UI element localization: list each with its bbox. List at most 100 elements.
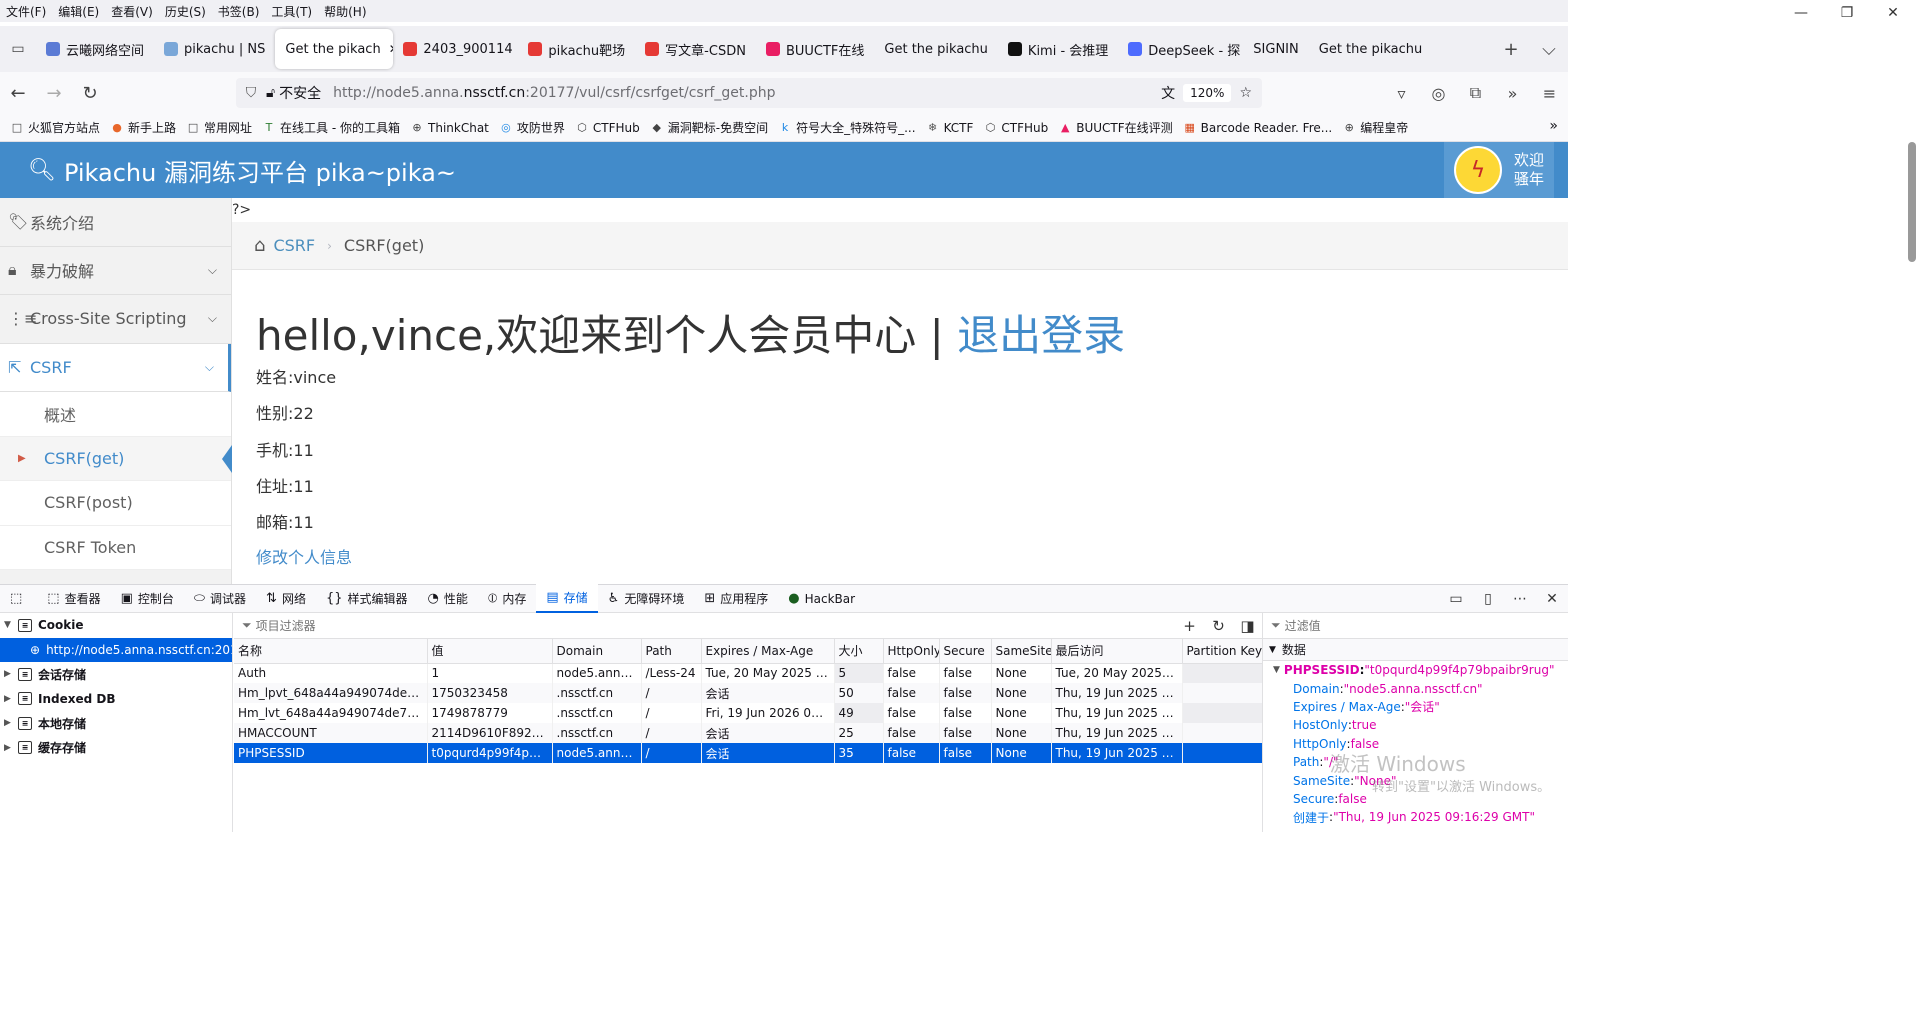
restore-icon[interactable]: ❐: [1824, 0, 1870, 26]
bookmark-item[interactable]: ⊕ 编程皇帝: [1342, 119, 1409, 136]
column-header[interactable]: SameSite: [991, 639, 1052, 664]
column-header[interactable]: HttpOnly: [883, 639, 940, 664]
bookmark-item[interactable]: ⬡ CTFHub: [575, 121, 640, 135]
menu-item[interactable]: 查看(V): [105, 3, 159, 20]
hamburger-menu-icon[interactable]: ≡: [1531, 84, 1568, 103]
table-row[interactable]: Auth 1 node5.anna..../Less-24 Tue, 20 May 2…: [234, 663, 1263, 683]
devtools-tab[interactable]: ⦶ 内存: [478, 584, 536, 613]
browser-tab[interactable]: 写文章-CSDN: [635, 29, 756, 69]
account-icon[interactable]: ◎: [1420, 84, 1457, 103]
new-tab-icon[interactable]: +: [1492, 39, 1530, 60]
insecure-label[interactable]: 不安全: [279, 83, 321, 103]
details-row[interactable]: Expires / Max-Age: "会话": [1263, 698, 1568, 716]
menu-item[interactable]: 书签(B): [212, 3, 266, 20]
bookmark-item[interactable]: k 符号大全_特殊符号_...: [778, 119, 916, 136]
tree-node-origin[interactable]: ⊕ http://node5.anna.nssctf.cn:20177: [0, 637, 232, 662]
browser-tab[interactable]: Get the pikachu: [874, 29, 998, 69]
translate-icon[interactable]: 文: [1161, 83, 1175, 103]
devtools-tab[interactable]: {} 样式编辑器: [316, 584, 418, 613]
bookmark-item[interactable]: ⊕ ThinkChat: [410, 121, 488, 135]
tree-node-local-storage[interactable]: ▶ ≡ 本地存储: [0, 711, 232, 736]
reload-icon[interactable]: ↻: [72, 83, 108, 104]
sidebar-subitem-csrf-post[interactable]: CSRF(post): [0, 481, 231, 526]
browser-tab[interactable]: Kimi - 会推理: [998, 29, 1118, 69]
page-scrollbar[interactable]: [1908, 142, 1916, 262]
overflow-chevron-icon[interactable]: »: [1494, 84, 1531, 103]
items-filter[interactable]: ⏷ 项目过滤器 + ↻ ◨: [234, 613, 1262, 639]
sidebar-subitem-csrf-get[interactable]: ▶ CSRF(get): [0, 436, 232, 481]
home-icon[interactable]: ⌂: [254, 235, 265, 256]
devtools-tab[interactable]: ⊞ 应用程序: [694, 584, 778, 613]
bookmark-item[interactable]: □ 常用网址: [186, 119, 252, 136]
tab-groups-icon[interactable]: ▭: [0, 41, 36, 57]
details-row[interactable]: Domain: "node5.anna.nssctf.cn": [1263, 679, 1568, 697]
column-header[interactable]: 名称: [234, 639, 428, 664]
bookmark-item[interactable]: □ 火狐官方站点: [10, 119, 100, 136]
sidebar-item-bruteforce[interactable]: 🔒︎ 暴力破解 ⌵: [0, 247, 231, 295]
tree-node-cache-storage[interactable]: ▶ ≡ 缓存存储: [0, 736, 232, 761]
details-top-row[interactable]: ▼ PHPSESSID: "t0pqurd4p99f4p79bpaibr9rug": [1263, 661, 1568, 679]
browser-tab[interactable]: Get the pikach✕: [275, 29, 394, 69]
breadcrumb-parent[interactable]: CSRF: [273, 236, 315, 255]
close-window-icon[interactable]: ✕: [1870, 0, 1916, 26]
devtools-tab[interactable]: ♿︎ 无障碍环境: [598, 584, 695, 613]
values-filter[interactable]: ⏷ 过滤值: [1263, 613, 1568, 639]
bookmark-item[interactable]: ● 新手上路: [110, 119, 176, 136]
column-header[interactable]: Partition Key: [1182, 639, 1263, 664]
tree-node-indexeddb[interactable]: ▶ ≡ Indexed DB: [0, 687, 232, 712]
url-text[interactable]: http://node5.anna.nssctf.cn:20177/vul/cs…: [333, 85, 775, 101]
browser-tab[interactable]: Get the pikachu: [1309, 29, 1433, 69]
minimize-icon[interactable]: —: [1778, 0, 1824, 26]
column-header[interactable]: 大小: [834, 639, 884, 664]
table-row[interactable]: Hm_lpvt_648a44a949074de731... 1750323458.…: [234, 683, 1263, 703]
menu-item[interactable]: 历史(S): [159, 3, 212, 20]
details-row[interactable]: 创建于: "Thu, 19 Jun 2025 09:16:29 GMT": [1263, 808, 1568, 826]
devtools-tab[interactable]: ⬚ 查看器: [37, 584, 110, 613]
bookmark-item[interactable]: ◆ 漏洞靶标-免费空间: [650, 119, 769, 136]
bookmark-item[interactable]: ▲ BUUCTF在线评测: [1058, 119, 1173, 136]
devtools-tab[interactable]: ▣ 控制台: [111, 584, 184, 613]
tree-node-cookie[interactable]: ▼ ≡ Cookie: [0, 613, 232, 638]
bookmarks-overflow-icon[interactable]: »: [1549, 118, 1558, 134]
toggle-sidebar-icon[interactable]: ◨: [1233, 617, 1262, 635]
menu-item[interactable]: 帮助(H): [318, 3, 372, 20]
dock-icon[interactable]: ▭: [1440, 591, 1472, 607]
bookmark-item[interactable]: ❄ KCTF: [926, 121, 973, 135]
browser-tab[interactable]: pikachu靶场: [518, 29, 635, 69]
tree-node-session-storage[interactable]: ▶ ≡ 会话存储: [0, 662, 232, 687]
devtools-tab[interactable]: ◔ 性能: [418, 584, 478, 613]
browser-tab[interactable]: 云曦网络空间: [36, 29, 154, 69]
responsive-icon[interactable]: ▯: [1472, 591, 1504, 607]
devtools-tab[interactable]: ⇅ 网络: [256, 584, 316, 613]
bookmark-item[interactable]: ▦ Barcode Reader. Fre...: [1183, 121, 1332, 135]
sidebar-item-intro[interactable]: 🏷︎ 系统介绍: [0, 198, 231, 247]
bookmark-star-icon[interactable]: ☆: [1239, 85, 1252, 101]
add-icon[interactable]: +: [1175, 617, 1204, 635]
sidebar-subitem-overview[interactable]: 概述: [0, 392, 231, 437]
column-header[interactable]: 值: [427, 639, 553, 664]
column-header[interactable]: Secure: [939, 639, 992, 664]
details-group[interactable]: ▼ 数据: [1263, 639, 1568, 661]
details-row[interactable]: HostOnly: true: [1263, 716, 1568, 734]
extensions-icon[interactable]: ⧉: [1457, 83, 1494, 103]
menu-item[interactable]: 文件(F): [0, 3, 52, 20]
table-row[interactable]: Hm_lvt_648a44a949074de73151...1749878779…: [234, 703, 1263, 723]
browser-tab[interactable]: SIGNIN: [1243, 29, 1308, 69]
sidebar-item-xss[interactable]: ⋮≡ Cross-Site Scripting ⌵: [0, 295, 231, 344]
tab-list-icon[interactable]: ⌵: [1530, 39, 1568, 60]
devtools-tab[interactable]: ⬭ 调试器: [184, 584, 256, 613]
back-icon[interactable]: ←: [0, 83, 36, 104]
shield-icon[interactable]: ⛉: [236, 85, 266, 101]
bookmark-item[interactable]: T 在线工具 - 你的工具箱: [262, 119, 400, 136]
browser-tab[interactable]: DeepSeek - 探: [1118, 29, 1243, 69]
bookmark-item[interactable]: ◎ 攻防世界: [499, 119, 565, 136]
pocket-icon[interactable]: ▿: [1383, 84, 1420, 103]
user-box[interactable]: ϟ 欢迎 骚年: [1444, 142, 1554, 198]
edit-profile-link[interactable]: 修改个人信息: [256, 544, 352, 568]
logout-link[interactable]: 退出登录: [957, 311, 1125, 360]
sidebar-subitem-csrf-token[interactable]: CSRF Token: [0, 525, 231, 570]
forward-icon[interactable]: →: [36, 83, 72, 104]
column-header[interactable]: Expires / Max-Age: [701, 639, 835, 664]
table-row[interactable]: HMACCOUNT 2114D9610F892805 .nssctf.cn / 会话 25…: [234, 723, 1263, 743]
table-row[interactable]: PHPSESSID t0pqurd4p99f4p79... node5.anna..…: [234, 743, 1263, 763]
